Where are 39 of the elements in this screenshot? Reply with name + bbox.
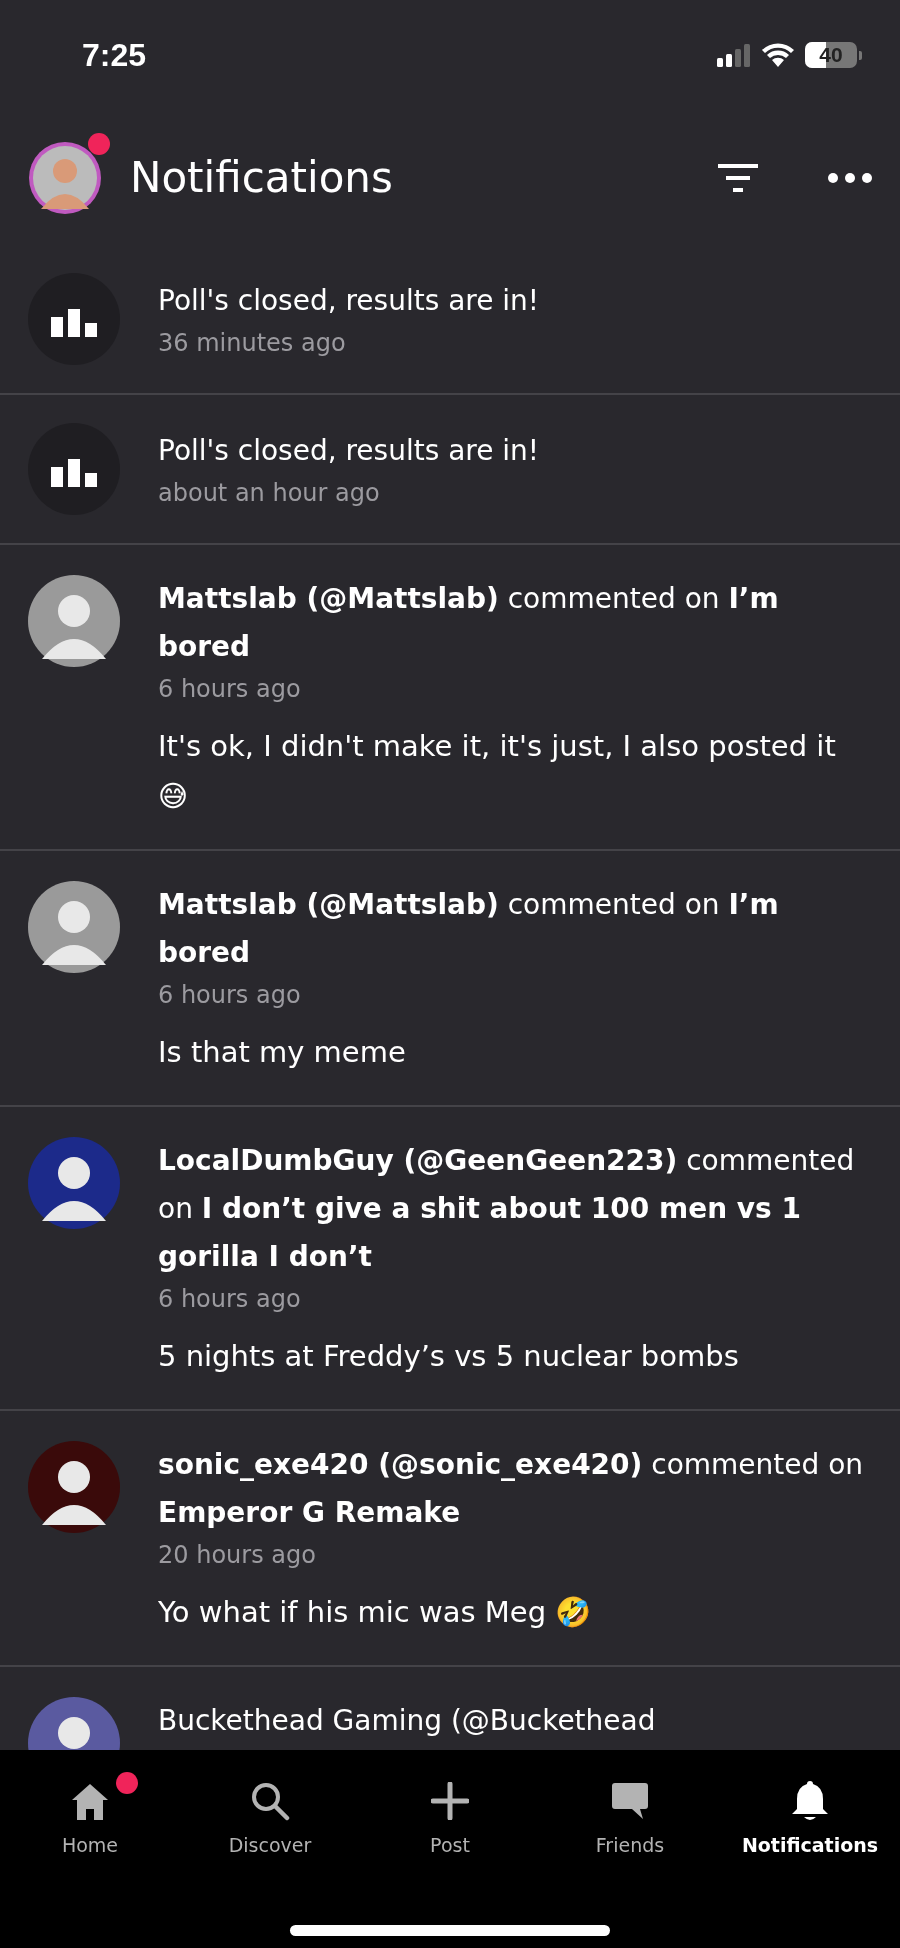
notification-text[interactable]: Buckethead Gaming (@Buckethead [158, 1697, 872, 1745]
status-time: 7:25 [82, 36, 147, 74]
timestamp: 6 hours ago [158, 1284, 302, 1315]
tab[interactable]: Home [0, 1772, 180, 1856]
tab[interactable]: Post [360, 1772, 540, 1856]
more-icon[interactable] [828, 172, 872, 183]
avatar[interactable] [28, 575, 120, 667]
chat-bubble-icon [610, 1782, 650, 1820]
avatar[interactable] [28, 1441, 120, 1533]
search-icon [250, 1781, 290, 1821]
wifi-icon [761, 43, 795, 67]
filter-icon[interactable] [718, 163, 758, 192]
timestamp: 6 hours ago [158, 980, 302, 1011]
avatar[interactable] [28, 1137, 120, 1229]
comment-text: It's ok, I didn't make it, it's just, I also posted it 😅 [158, 728, 837, 815]
avatar[interactable] [28, 881, 120, 973]
comment-text: Is that my meme [158, 1034, 407, 1071]
timestamp: about an hour ago [158, 478, 381, 509]
timestamp: 20 hours ago [158, 1540, 317, 1571]
timestamp: 36 minutes ago [158, 328, 347, 359]
notification-text[interactable]: Poll's closed, results are in! [158, 277, 872, 325]
comment-text: Yo what if his mic was Meg 🤣 [158, 1594, 593, 1631]
notification-text[interactable]: LocalDumbGuy (@GeenGeen223) commented on I don’t give a shit about 100 men vs 1 gorilla I don’t [158, 1137, 872, 1281]
tab[interactable]: Notifications [720, 1772, 900, 1856]
notification-text[interactable]: Mattslab (@Mattslab) commented on I’m bored [158, 575, 872, 671]
comment-text: 5 nights at Freddy’s vs 5 nuclear bombs [158, 1338, 740, 1375]
podium-icon [28, 423, 120, 515]
page-title: Notifications [130, 153, 393, 202]
notification-text[interactable]: sonic_exe420 (@sonic_exe420) commented on Emperor G Remake [158, 1441, 872, 1537]
home-icon [70, 1782, 110, 1820]
podium-icon [28, 273, 120, 365]
signal-icon [717, 43, 751, 67]
plus-icon [431, 1782, 469, 1820]
tab[interactable]: Friends [540, 1772, 720, 1856]
notification-text[interactable]: Mattslab (@Mattslab) commented on I’m bored [158, 881, 872, 977]
tab[interactable]: Discover [180, 1772, 360, 1856]
timestamp: 6 hours ago [158, 674, 302, 705]
bell-icon [790, 1779, 830, 1823]
notification-text[interactable]: Poll's closed, results are in! [158, 427, 872, 475]
